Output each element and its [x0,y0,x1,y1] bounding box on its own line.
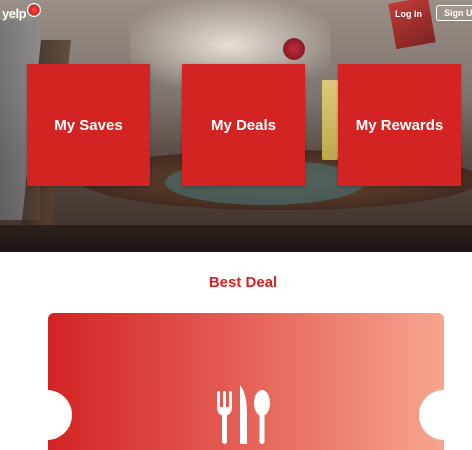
yelp-logo[interactable]: yelp [2,3,42,22]
yelp-burst-icon [27,3,42,17]
signup-button[interactable]: Sign Up [436,5,472,21]
my-saves-tile[interactable]: My Saves [27,64,150,186]
ticket-notch-right [419,390,469,440]
my-deals-tile[interactable]: My Deals [182,64,305,186]
ticket-notch-left [22,390,72,440]
my-deals-label: My Deals [210,116,277,134]
my-rewards-label: My Rewards [355,116,444,134]
fork-knife-spoon-icon [217,385,270,444]
login-link[interactable]: Log In [395,9,422,19]
best-deal-title: Best Deal [208,274,278,291]
logo-text: yelp [2,5,27,21]
my-rewards-tile[interactable]: My Rewards [338,64,461,186]
my-saves-label: My Saves [54,116,123,134]
